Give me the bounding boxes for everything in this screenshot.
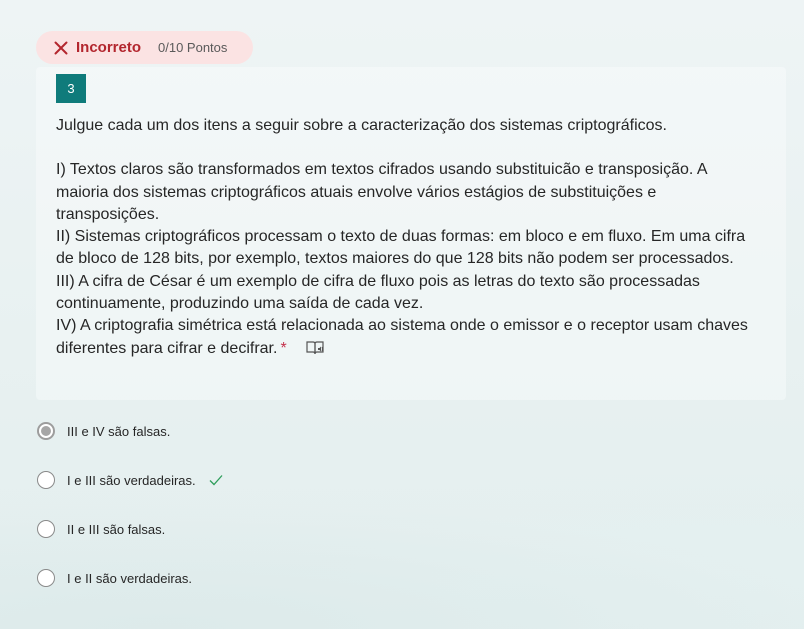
result-points: 0/10 Pontos <box>158 40 228 55</box>
radio-button[interactable] <box>37 422 55 440</box>
option-label: I e III são verdadeiras. <box>67 472 196 488</box>
question-prompt: Julgue cada um dos itens a seguir sobre … <box>56 117 667 134</box>
result-status: Incorreto <box>76 39 142 56</box>
question-text: Julgue cada um dos itens a seguir sobre … <box>56 115 756 360</box>
option-4[interactable]: I e II são verdadeiras. <box>37 566 192 590</box>
radio-button[interactable] <box>37 520 55 538</box>
option-1[interactable]: III e IV são falsas. <box>37 419 170 443</box>
option-3[interactable]: II e III são falsas. <box>37 517 165 541</box>
question-item-4: IV) A criptografia simétrica está relaci… <box>56 317 748 357</box>
radio-button[interactable] <box>37 471 55 489</box>
close-icon <box>54 41 68 54</box>
question-item-1: I) Textos claros são transformados em te… <box>56 161 707 223</box>
option-label: II e III são falsas. <box>67 521 166 537</box>
question-number: 3 <box>56 74 86 103</box>
background-wave <box>0 369 804 629</box>
immersive-reader-icon[interactable] <box>305 339 325 357</box>
option-label: III e IV são falsas. <box>67 423 171 439</box>
radio-button[interactable] <box>37 569 55 587</box>
question-item-3: III) A cifra de César é um exemplo de ci… <box>56 272 700 313</box>
option-label: I e II são verdadeiras. <box>67 570 193 586</box>
option-2[interactable]: I e III são verdadeiras. <box>37 468 223 492</box>
result-badge: Incorreto 0/10 Pontos <box>36 31 253 64</box>
question-item-2: II) Sistemas criptográficos processam o … <box>56 228 746 268</box>
required-mark: * <box>280 339 287 357</box>
checkmark-icon <box>209 475 223 486</box>
